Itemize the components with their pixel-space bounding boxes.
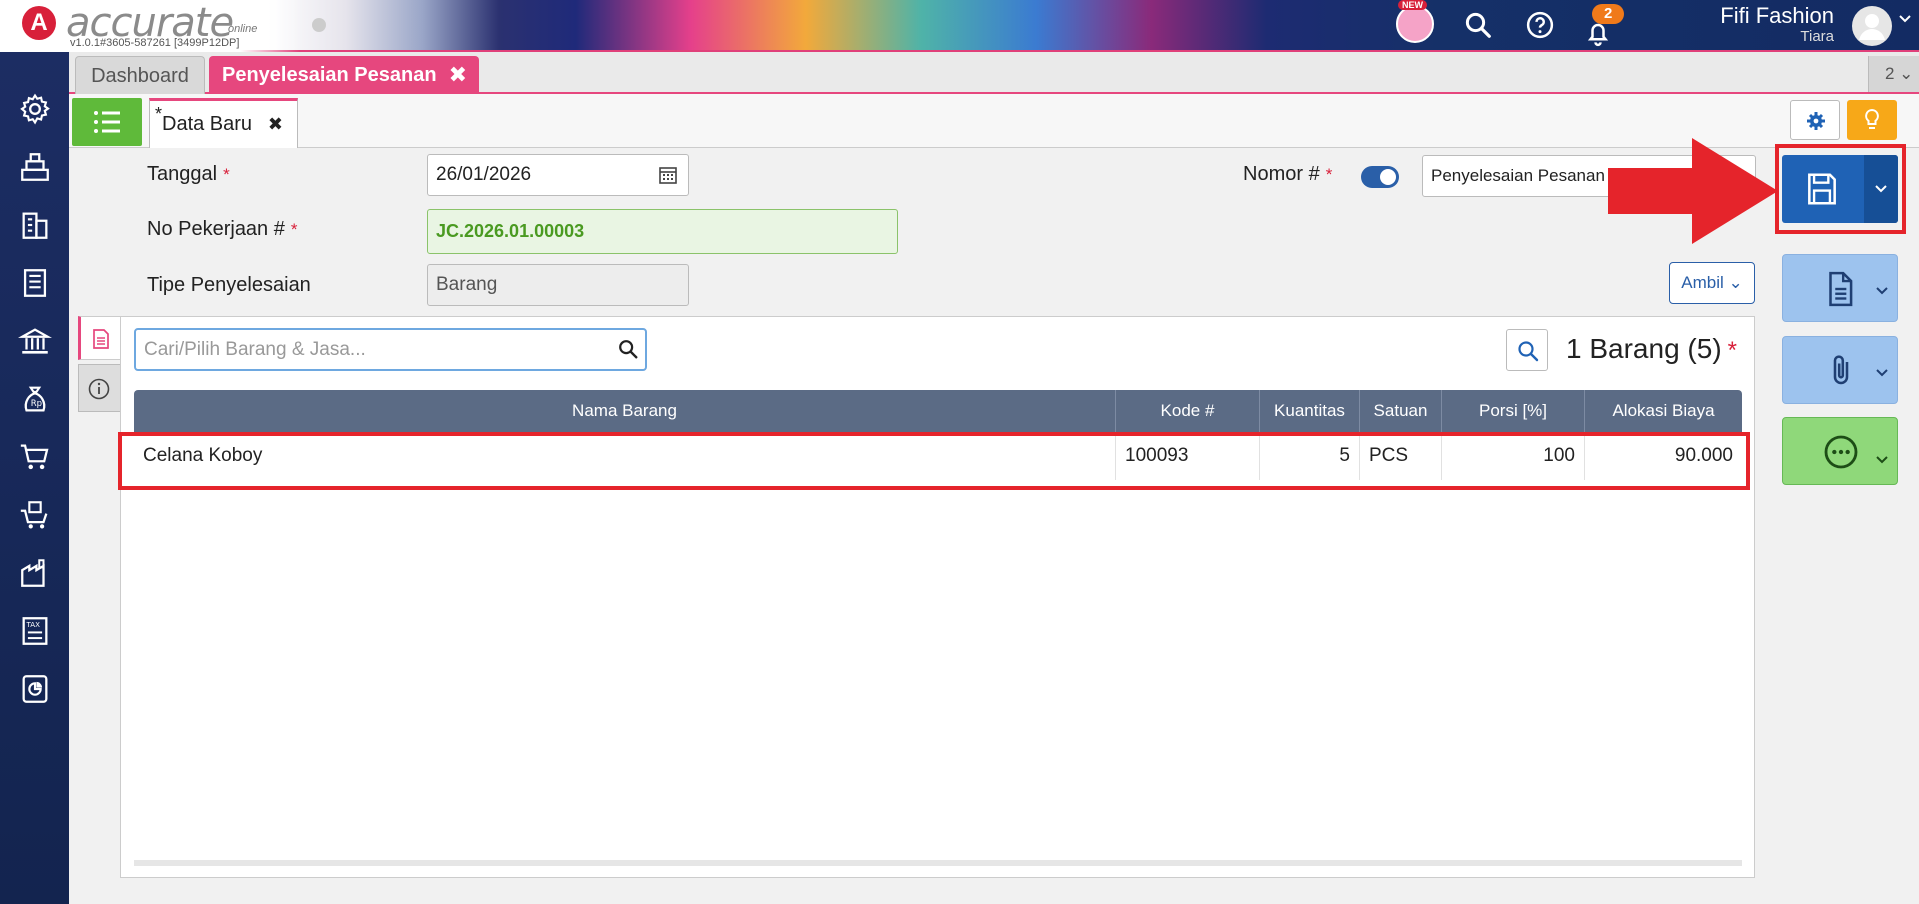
attachment-button[interactable]: [1782, 336, 1898, 404]
money-bag-icon[interactable]: Rp: [18, 382, 52, 416]
tipe-penyelesaian-select[interactable]: Barang: [427, 264, 689, 306]
document-icon: [1829, 271, 1853, 307]
tab-close-icon[interactable]: ✖: [449, 56, 467, 94]
col-alokasi-biaya[interactable]: Alokasi Biaya: [1585, 390, 1742, 432]
warehouse-icon[interactable]: [18, 556, 52, 590]
item-search-input[interactable]: Cari/Pilih Barang & Jasa...: [134, 328, 647, 371]
no-pekerjaan-label: No Pekerjaan # *: [147, 218, 298, 240]
subtab-close-icon[interactable]: ✖: [268, 101, 283, 147]
col-porsi[interactable]: Porsi [%]: [1442, 390, 1585, 432]
open-tabs-count-dropdown[interactable]: 2 ⌄: [1868, 56, 1919, 92]
tax-document-icon[interactable]: TAX: [18, 614, 52, 648]
highlight-box-save-button: [1775, 144, 1906, 234]
purchase-cart-icon[interactable]: [18, 498, 52, 532]
ledger-book-icon[interactable]: [18, 266, 52, 300]
subtab-label: Data Baru: [162, 113, 253, 135]
nomor-label: Nomor # *: [1243, 163, 1333, 185]
no-pekerjaan-input[interactable]: JC.2026.01.00003: [427, 209, 898, 254]
col-kuantitas[interactable]: Kuantitas: [1260, 390, 1360, 432]
search-icon[interactable]: [617, 338, 639, 360]
items-tab[interactable]: [78, 316, 120, 360]
tanggal-value: 26/01/2026: [436, 164, 532, 185]
ambil-dropdown-button[interactable]: Ambil ⌄: [1669, 262, 1755, 304]
tanggal-date-input[interactable]: 26/01/2026: [427, 154, 689, 196]
gear-icon: [1807, 112, 1825, 130]
list-view-button[interactable]: [72, 98, 142, 146]
app-logo-sub: online: [228, 23, 258, 35]
status-dot-icon: [312, 18, 326, 32]
chevron-down-icon: [1876, 369, 1888, 377]
tanggal-label: Tanggal *: [147, 163, 230, 185]
cashier-icon[interactable]: [18, 150, 52, 184]
tab-penyelesaian-pesanan[interactable]: Penyelesaian Pesanan ✖: [209, 56, 479, 94]
lightbulb-icon: [1865, 108, 1879, 129]
more-dots-icon: [1824, 435, 1858, 469]
table-horizontal-scrollbar[interactable]: [134, 860, 1742, 866]
form-settings-button[interactable]: [1790, 100, 1840, 140]
items-table-header: Nama Barang Kode # Kuantitas Satuan Pors…: [134, 390, 1742, 432]
help-icon[interactable]: [1525, 10, 1555, 40]
user-menu-chevron-down-icon[interactable]: [1898, 12, 1912, 26]
new-badge: NEW: [1398, 0, 1427, 10]
col-satuan[interactable]: Satuan: [1360, 390, 1442, 432]
calendar-icon[interactable]: [658, 165, 678, 185]
svg-text:TAX: TAX: [26, 620, 41, 629]
tab-penyelesaian-pesanan-label: Penyelesaian Pesanan: [222, 64, 437, 86]
document-list-icon: [93, 329, 109, 349]
more-actions-button[interactable]: [1782, 417, 1898, 485]
tab-dashboard[interactable]: Dashboard: [75, 56, 205, 94]
subtab-data-baru[interactable]: * Data Baru ✖: [149, 98, 298, 148]
tipe-penyelesaian-label: Tipe Penyelesaian: [147, 274, 311, 296]
info-icon: [88, 378, 110, 400]
shopping-cart-icon[interactable]: [18, 440, 52, 474]
svg-text:Rp: Rp: [31, 399, 42, 409]
company-building-icon[interactable]: [18, 208, 52, 242]
item-count-label: 1 Barang (5) *: [1566, 333, 1737, 364]
highlight-box-item-row: [118, 432, 1750, 490]
item-lookup-button[interactable]: [1506, 329, 1548, 371]
bank-icon[interactable]: [18, 324, 52, 358]
chevron-down-icon: [1876, 456, 1888, 464]
col-kode[interactable]: Kode #: [1116, 390, 1260, 432]
accurate-logo-icon[interactable]: A: [22, 6, 56, 40]
item-search-placeholder: Cari/Pilih Barang & Jasa...: [144, 339, 366, 360]
paperclip-icon: [1833, 355, 1849, 385]
settings-gear-icon[interactable]: [18, 92, 52, 126]
red-arrow-annotation-icon: [1608, 138, 1778, 244]
col-nama-barang[interactable]: Nama Barang: [134, 390, 1116, 432]
chevron-down-icon: [1876, 287, 1888, 295]
print-document-button[interactable]: [1782, 254, 1898, 322]
version-label: v1.0.1#3605-587261 [3499P12DP]: [70, 37, 240, 49]
nomor-auto-toggle[interactable]: [1361, 166, 1399, 188]
notification-count-badge[interactable]: 2: [1592, 4, 1625, 24]
report-pie-chart-icon[interactable]: [18, 672, 52, 706]
info-tab[interactable]: [78, 364, 120, 412]
user-avatar-icon[interactable]: [1852, 6, 1892, 46]
user-name[interactable]: Tiara: [1720, 28, 1834, 45]
search-icon: [1518, 341, 1539, 362]
left-sidebar: Rp TAX: [0, 52, 69, 904]
tips-button[interactable]: [1847, 100, 1897, 140]
whats-new-avatar-icon[interactable]: [1396, 5, 1434, 43]
search-icon[interactable]: [1463, 10, 1493, 40]
unsaved-mark: *: [155, 104, 163, 124]
list-icon: [94, 111, 120, 133]
company-name[interactable]: Fifi Fashion: [1720, 3, 1834, 29]
